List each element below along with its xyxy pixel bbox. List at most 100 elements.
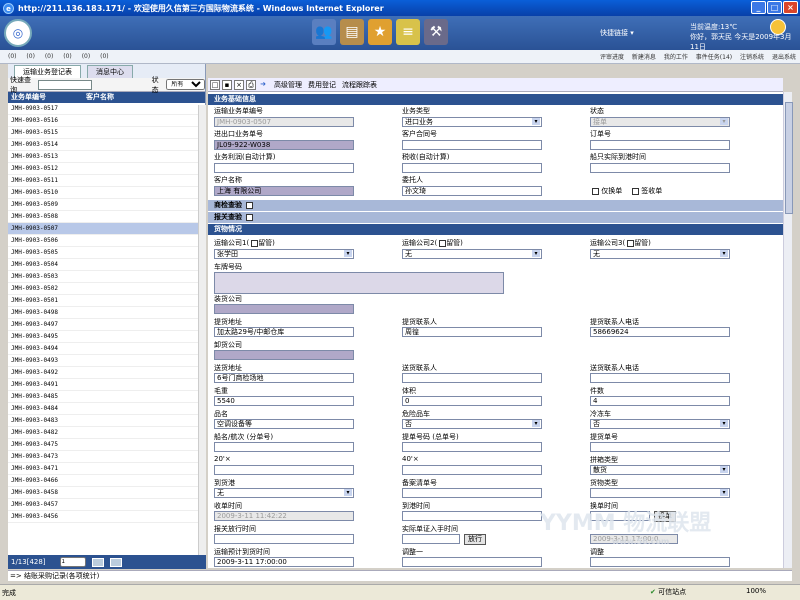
count-mail[interactable]: (0) — [8, 53, 17, 60]
field-del-phone[interactable] — [590, 373, 730, 383]
table-row[interactable]: JMH-0903-0456仓储有... — [8, 511, 205, 523]
page-input[interactable] — [59, 557, 86, 567]
table-row[interactable]: JMH-0903-0514智能设... — [8, 139, 205, 151]
table-row[interactable]: JMH-0903-0512 — [8, 163, 205, 175]
document-nav-icon[interactable]: ▤ — [340, 19, 364, 45]
print-icon[interactable]: ⎙ — [246, 79, 256, 90]
table-row[interactable]: JMH-0903-0517制品限... — [8, 103, 205, 115]
count-doc[interactable]: (0) — [82, 53, 91, 60]
table-row[interactable]: JMH-0903-0509 — [8, 199, 205, 211]
table-row[interactable]: JMH-0903-0504易(上海... — [8, 259, 205, 271]
field-load-company[interactable] — [214, 304, 354, 314]
table-row[interactable]: JMH-0903-0498上海) — [8, 307, 205, 319]
column-business-no[interactable]: 业务单编号 — [8, 92, 86, 103]
field-vessel[interactable] — [214, 442, 354, 452]
table-row[interactable]: JMH-0903-0471易(上... — [8, 463, 205, 475]
table-row[interactable]: JMH-0903-0457上海) — [8, 499, 205, 511]
fee-register-button[interactable]: 费用登记 — [308, 80, 336, 90]
field-contract[interactable] — [402, 140, 542, 150]
field-plate[interactable] — [214, 272, 504, 294]
count-alert[interactable]: (0) — [63, 53, 72, 60]
flow-track-button[interactable]: 流程跟踪表 — [342, 80, 377, 90]
advanced-manage-button[interactable]: 高级管理 — [274, 80, 302, 90]
field-order[interactable] — [590, 140, 730, 150]
table-row[interactable]: JMH-0903-0495控(上... — [8, 331, 205, 343]
field-del-addr[interactable]: 6号门商检场地 — [214, 373, 354, 383]
list-nav-icon[interactable]: ≡ — [396, 19, 420, 45]
field-del-contact[interactable] — [402, 373, 542, 383]
field-adjust2[interactable] — [590, 557, 730, 567]
link-new-message[interactable]: 新建消息 — [632, 54, 656, 61]
status-select[interactable]: 所有 — [166, 79, 205, 90]
users-nav-icon[interactable]: 👥 — [312, 19, 336, 45]
only-exchange-checkbox[interactable] — [592, 187, 599, 195]
field-eta[interactable]: 2009-3-11 17:00:00 — [214, 557, 354, 567]
runner-nav-icon[interactable]: ★ — [368, 19, 392, 45]
link-exit[interactable]: 退出系统 — [772, 54, 796, 61]
table-row[interactable]: JMH-0903-0475限公司 — [8, 439, 205, 451]
form-scrollbar[interactable] — [783, 92, 793, 568]
delete-icon[interactable]: × — [234, 79, 244, 90]
field-pick-phone[interactable]: 58669624 — [590, 327, 730, 337]
table-row[interactable]: JMH-0903-0508 — [8, 211, 205, 223]
field-client[interactable]: 孙文琦 — [402, 186, 542, 196]
field-bl-no[interactable] — [590, 442, 730, 452]
field-ie-no[interactable]: JL09-922-W038 — [214, 140, 354, 150]
table-row[interactable]: JMH-0903-0493份有限... — [8, 355, 205, 367]
column-customer-name[interactable]: 客户名称 — [86, 92, 114, 103]
release-button[interactable]: 放行 — [464, 534, 486, 545]
count-note[interactable]: (0) — [45, 53, 54, 60]
field-pick-addr[interactable]: 加太路29号/中邮仓库 — [214, 327, 354, 337]
field-biz-no[interactable]: JMH-0903-0507 — [214, 117, 354, 127]
count-task[interactable]: (0) — [26, 53, 35, 60]
select-biz-type[interactable]: 进口业务 — [402, 117, 542, 127]
field-pieces[interactable]: 4 — [590, 396, 730, 406]
select-trans3[interactable]: 无 — [590, 249, 730, 259]
link-event-tasks[interactable]: 事件任务(14) — [696, 54, 732, 61]
table-row[interactable]: JMH-0903-0511持信息... — [8, 175, 205, 187]
field-record[interactable] — [402, 488, 542, 498]
field-profit[interactable] — [214, 163, 354, 173]
field-release-time[interactable] — [214, 534, 354, 544]
field-volume[interactable]: 0 — [402, 396, 542, 406]
field-customer[interactable]: 上海 有限公司 — [214, 186, 354, 196]
table-row[interactable]: JMH-0903-0513上海) — [8, 151, 205, 163]
select-port[interactable]: 无 — [214, 488, 354, 498]
next-page-button[interactable] — [109, 557, 122, 567]
table-row[interactable]: JMH-0903-0497(上海... — [8, 319, 205, 331]
table-row[interactable]: JMH-0903-0492精密机... — [8, 367, 205, 379]
field-goods[interactable]: 空调设备等 — [214, 419, 354, 429]
tools-nav-icon[interactable]: ⚒ — [424, 19, 448, 45]
close-button[interactable]: × — [783, 1, 798, 14]
field-bl[interactable] — [402, 442, 542, 452]
inspect-checkbox[interactable] — [246, 201, 254, 209]
table-row[interactable]: JMH-0903-0502材料... — [8, 283, 205, 295]
select-combine[interactable]: 散货 — [590, 465, 730, 475]
link-logout[interactable]: 注销系统 — [740, 54, 764, 61]
select-cold[interactable]: 否 — [590, 419, 730, 429]
table-row[interactable]: JMH-0903-0473上海) — [8, 451, 205, 463]
field-pick-contact[interactable]: 周徨 — [402, 327, 542, 337]
table-row[interactable]: JMH-0903-0485海)有... — [8, 391, 205, 403]
link-review[interactable]: 评审进度 — [600, 54, 624, 61]
minimize-button[interactable]: _ — [751, 1, 766, 14]
count-other[interactable]: (0) — [100, 53, 109, 60]
link-my-work[interactable]: 我的工作 — [664, 54, 688, 61]
table-row[interactable]: JMH-0903-0483车销... — [8, 415, 205, 427]
table-row[interactable]: JMH-0903-0505材料... — [8, 247, 205, 259]
table-row[interactable]: JMH-0903-0507易有限... — [8, 223, 205, 235]
save-icon[interactable]: ▪ — [222, 79, 232, 90]
table-row[interactable]: JMH-0903-0515运股份 — [8, 127, 205, 139]
field-unload-company[interactable] — [214, 350, 354, 360]
select-trans2[interactable]: 无 — [402, 249, 542, 259]
table-row[interactable]: JMH-0903-0466份有限... — [8, 475, 205, 487]
field-40ft[interactable] — [402, 465, 542, 475]
field-tax[interactable] — [402, 163, 542, 173]
new-icon[interactable]: □ — [210, 79, 220, 90]
field-20ft[interactable] — [214, 465, 354, 475]
select-danger[interactable]: 否 — [402, 419, 542, 429]
select-cargo-type[interactable] — [590, 488, 730, 498]
table-row[interactable]: JMH-0903-0516上海) — [8, 115, 205, 127]
table-row[interactable]: JMH-0903-0458有限公... — [8, 487, 205, 499]
table-row[interactable]: JMH-0903-0501贸易有... — [8, 295, 205, 307]
